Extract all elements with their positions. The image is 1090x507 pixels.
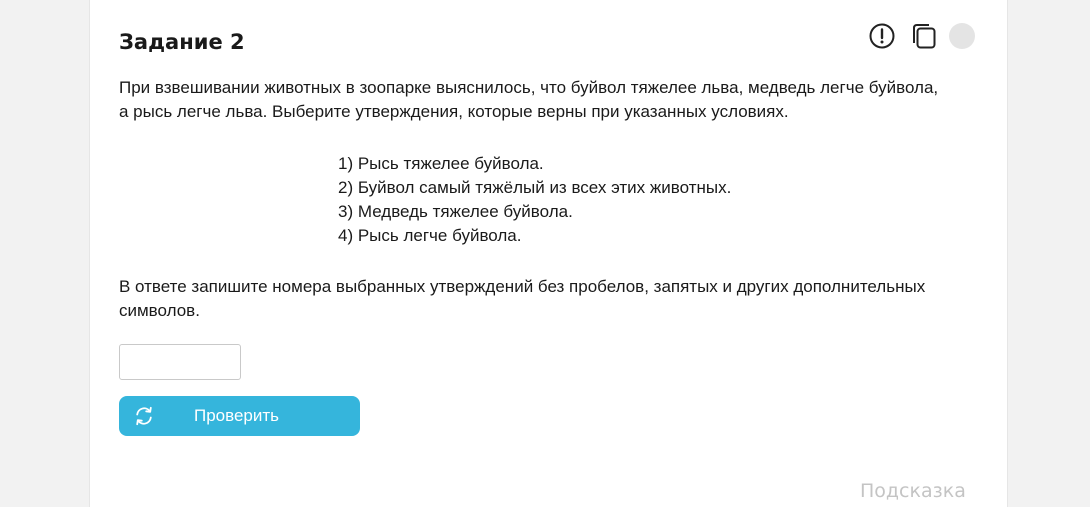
task-title: Задание 2 bbox=[119, 30, 245, 54]
copy-icon[interactable] bbox=[909, 22, 937, 50]
statement-item: 3) Медведь тяжелее буйвола. bbox=[338, 202, 573, 221]
answer-instruction: В ответе запишите номера выбранных утвер… bbox=[119, 277, 926, 320]
statement-item: 4) Рысь легче буйвола. bbox=[338, 226, 522, 245]
check-button-label: Проверить bbox=[194, 406, 280, 425]
check-button[interactable]: Проверить bbox=[119, 396, 360, 436]
statement-item: 2) Буйвол самый тяжёлый из всех этих жив… bbox=[338, 178, 732, 197]
hint-link[interactable]: Подсказка bbox=[860, 478, 966, 504]
report-icon[interactable] bbox=[868, 22, 896, 50]
answer-input[interactable] bbox=[119, 344, 241, 380]
task-prompt: При взвешивании животных в зоопарке выяс… bbox=[119, 78, 939, 121]
statement-item: 1) Рысь тяжелее буйвола. bbox=[338, 154, 544, 173]
task-toolbar bbox=[868, 22, 975, 50]
statement-list: 1) Рысь тяжелее буйвола. 2) Буйвол самый… bbox=[338, 152, 731, 248]
refresh-icon bbox=[133, 405, 155, 427]
status-dot-icon bbox=[949, 23, 975, 49]
